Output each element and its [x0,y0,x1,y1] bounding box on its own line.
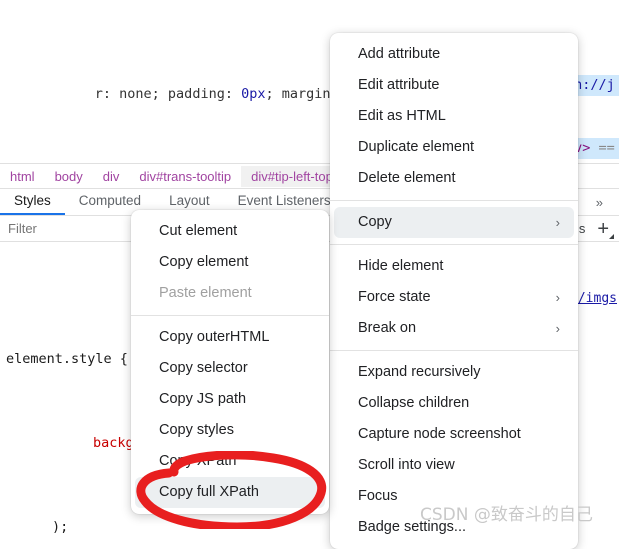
menu-item-copy-outerhtml[interactable]: Copy outerHTML [135,322,325,353]
chevron-double-right-icon[interactable]: » [588,195,611,210]
menu-item-copy[interactable]: Copy › [334,207,574,238]
menu-item-add-attribute[interactable]: Add attribute [334,39,574,70]
menu-item-break-on-label: Break on [358,320,417,336]
menu-item-collapse-children[interactable]: Collapse children [334,388,574,419]
menu-item-edit-as-html[interactable]: Edit as HTML [334,101,574,132]
menu-item-paste-element: Paste element [159,285,252,301]
plus-icon: + [597,217,609,240]
menu-separator [330,244,578,245]
breadcrumb-item-trans-tooltip[interactable]: div#trans-tooltip [129,166,241,187]
menu-item-expand-recursively[interactable]: Expand recursively [334,357,574,388]
menu-item-capture-node-screenshot[interactable]: Capture node screenshot [334,419,574,450]
menu-item-badge-settings[interactable]: Badge settings... [334,512,574,543]
menu-item-force-state[interactable]: Force state › [334,282,574,313]
element-context-menu[interactable]: Add attribute Edit attribute Edit as HTM… [330,33,578,549]
chevron-right-icon: › [555,290,560,305]
breadcrumb-item-tip-left-top[interactable]: div#tip-left-top [241,165,343,187]
menu-item-copy-label: Copy [358,214,392,230]
menu-item-cut-element[interactable]: Cut element [135,216,325,247]
chevron-right-icon: › [555,215,560,230]
breadcrumb-item-body[interactable]: body [45,166,93,187]
menu-item-copy-full-xpath[interactable]: Copy full XPath [135,477,325,508]
menu-item-delete-element[interactable]: Delete element [334,163,574,194]
chevron-right-icon: › [555,321,560,336]
menu-item-copy-element[interactable]: Copy element [135,247,325,278]
dom-value: 0px [241,86,266,102]
menu-item-hide-element[interactable]: Hide element [334,251,574,282]
breadcrumb-item-html[interactable]: html [0,166,45,187]
tabs-overflow[interactable]: » [588,189,619,215]
menu-separator [131,315,329,316]
menu-item-copy-xpath[interactable]: Copy XPath [135,446,325,477]
breadcrumb-item-div[interactable]: div [93,166,130,187]
devtools-window: r: none; padding: 0px; margin: 0px;"> ▼<… [0,0,619,549]
menu-item-duplicate-element[interactable]: Duplicate element [334,132,574,163]
menu-item-copy-styles[interactable]: Copy styles [135,415,325,446]
menu-item-copy-selector[interactable]: Copy selector [135,353,325,384]
menu-item-scroll-into-view[interactable]: Scroll into view [334,450,574,481]
menu-item-copy-js-path[interactable]: Copy JS path [135,384,325,415]
dropdown-corner-icon [609,233,614,239]
menu-item-force-state-label: Force state [358,289,431,305]
menu-item-focus[interactable]: Focus [334,481,574,512]
menu-item-break-on[interactable]: Break on › [334,313,574,344]
menu-item-edit-attribute[interactable]: Edit attribute [334,70,574,101]
copy-submenu[interactable]: Cut element Copy element Paste element C… [131,210,329,514]
menu-separator [330,350,578,351]
new-style-rule-button[interactable]: + [597,217,614,240]
menu-separator [330,200,578,201]
tab-styles[interactable]: Styles [0,190,65,215]
dom-row-text: r: none; padding: [94,86,242,102]
